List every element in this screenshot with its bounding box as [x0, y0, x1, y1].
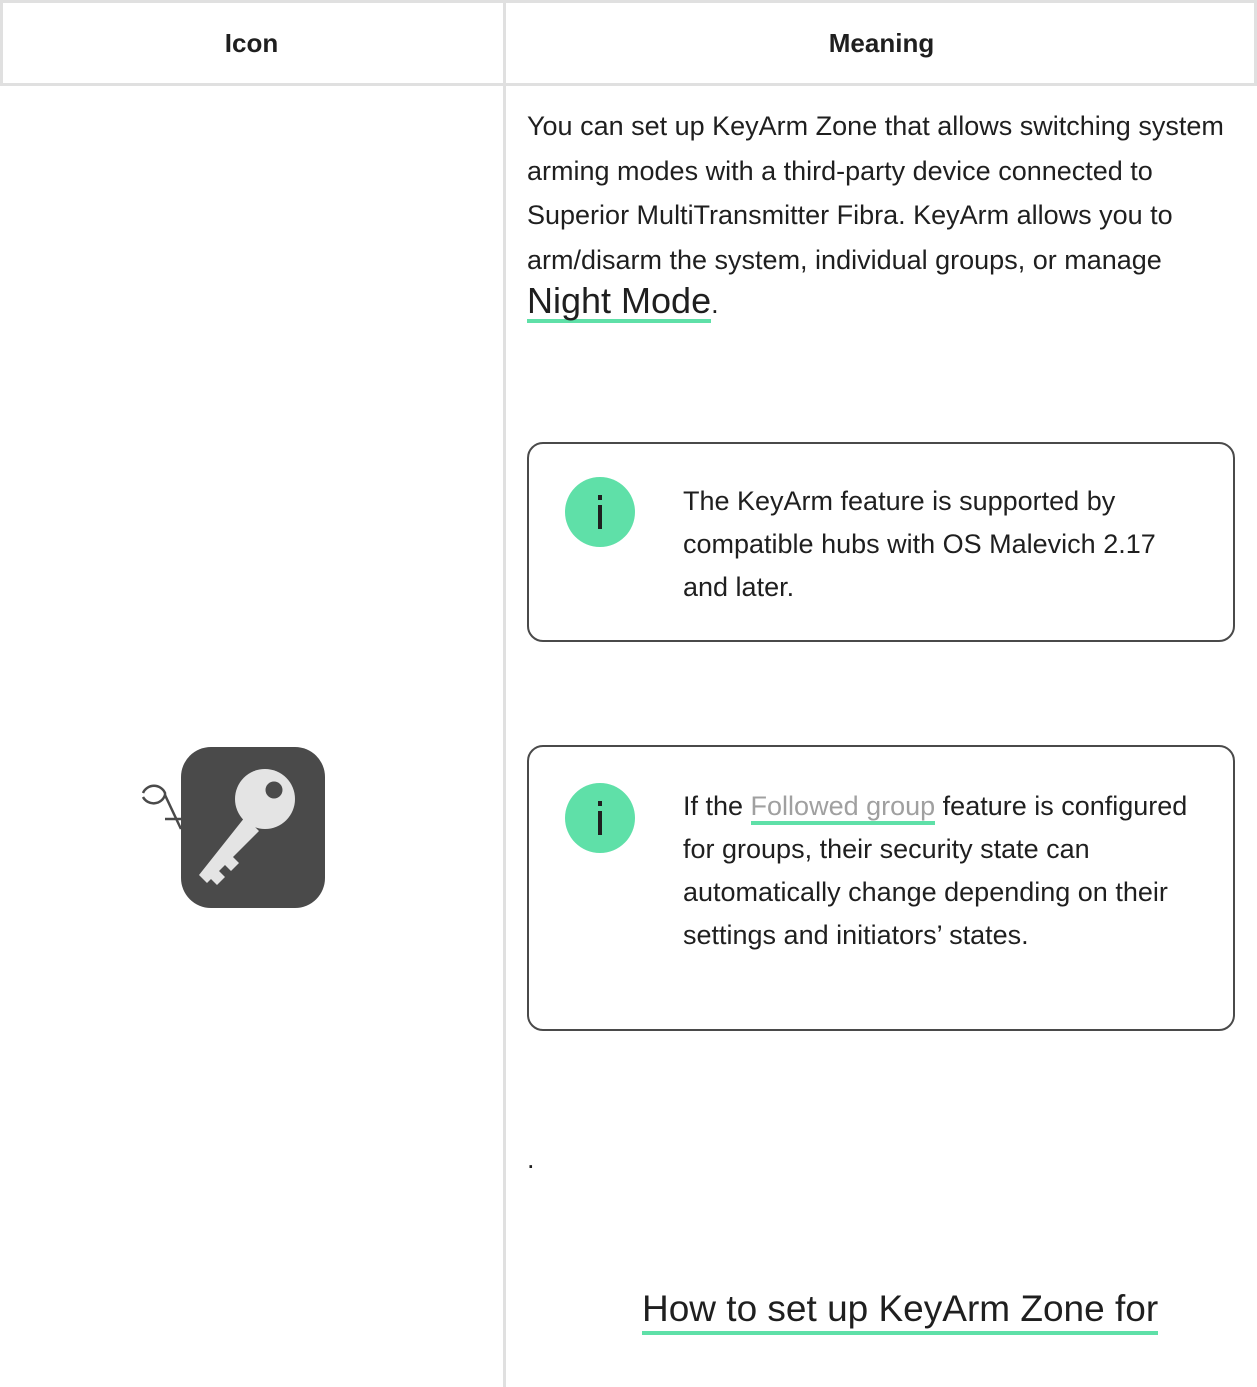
note-followed-group-text: If the Followed group feature is configu… [683, 785, 1203, 957]
night-mode-link[interactable]: Night Mode [527, 283, 712, 323]
keyarm-intro-text: You can set up KeyArm Zone that allows s… [527, 111, 1224, 275]
header-icon: Icon [224, 27, 279, 58]
icon-meaning-table: Icon Meaning You can set up KeyArm Zone … [0, 0, 1257, 1387]
column-divider [503, 0, 506, 1387]
info-icon [565, 477, 635, 547]
info-icon [565, 783, 635, 853]
keyarm-zone-key-icon [141, 747, 325, 908]
trailing-period: . [527, 1144, 535, 1174]
note-followed-group-before: If the [683, 791, 751, 821]
followed-group-link[interactable]: Followed group [750, 791, 936, 825]
note-hub-compatibility-text: The KeyArm feature is supported by compa… [683, 486, 1156, 602]
info-glyph-icon [598, 495, 602, 529]
info-note-hub-compatibility: The KeyArm feature is supported by compa… [527, 442, 1235, 642]
info-glyph-icon [598, 801, 602, 835]
header-meaning: Meaning [828, 27, 935, 58]
howto-keyarm-setup-link[interactable]: How to set up KeyArm Zone for [642, 1287, 1159, 1335]
keyarm-intro-end: . [711, 289, 719, 319]
info-note-followed-group: If the Followed group feature is configu… [527, 745, 1235, 1031]
header-divider [0, 83, 1257, 86]
keyarm-description: You can set up KeyArm Zone that allows s… [527, 104, 1227, 327]
